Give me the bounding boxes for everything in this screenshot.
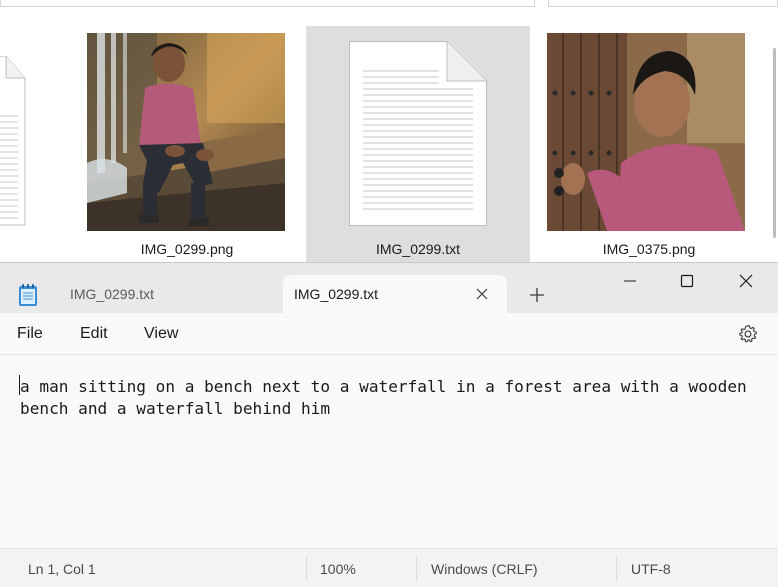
explorer-header-panel (0, 0, 535, 7)
menu-file[interactable]: File (17, 325, 43, 343)
status-divider (306, 557, 307, 581)
photo-thumbnail-man-at-door (547, 33, 745, 231)
file-name-label: IMG_0299.txt (375, 241, 461, 257)
plus-icon[interactable] (528, 286, 546, 304)
encoding[interactable]: UTF-8 (631, 561, 671, 577)
tab-img-0299-txt-inactive[interactable]: IMG_0299.txt (50, 275, 283, 313)
document-content[interactable]: a man sitting on a bench next to a water… (20, 376, 776, 420)
menu-view[interactable]: View (144, 325, 178, 343)
file-name-label: IMG_0299.png (140, 241, 234, 257)
file-item-partial[interactable] (0, 26, 30, 270)
title-bar[interactable]: IMG_0299.txt IMG_0299.txt (0, 263, 778, 313)
document-icon (349, 41, 487, 226)
tab-label: IMG_0299.txt (70, 286, 155, 302)
menu-edit[interactable]: Edit (80, 325, 108, 343)
menu-bar: File Edit View (0, 313, 778, 355)
tab-label: IMG_0299.txt (294, 286, 379, 302)
zoom-level[interactable]: 100% (320, 561, 356, 577)
notepad-icon (19, 284, 37, 306)
cursor-position: Ln 1, Col 1 (28, 561, 96, 577)
maximize-icon[interactable] (672, 271, 702, 291)
file-name-label: IMG_0375.png (602, 241, 696, 257)
document-icon (0, 56, 26, 226)
photo-thumbnail-man-on-bench (87, 33, 285, 231)
text-editor-area[interactable]: a man sitting on a bench next to a water… (0, 355, 778, 548)
minimize-icon[interactable] (615, 271, 645, 291)
tab-img-0299-txt-active[interactable]: IMG_0299.txt (283, 275, 507, 313)
line-ending[interactable]: Windows (CRLF) (431, 561, 538, 577)
notepad-window: IMG_0299.txt IMG_0299.txt File Edit View (0, 262, 778, 587)
explorer-header-panel-right (548, 0, 778, 7)
scrollbar-thumb[interactable] (773, 48, 776, 238)
status-divider (416, 557, 417, 581)
close-icon[interactable] (731, 271, 761, 291)
status-divider (616, 557, 617, 581)
file-item-img-0299-txt[interactable]: IMG_0299.txt (306, 26, 530, 270)
explorer-scrollbar[interactable] (772, 8, 778, 240)
file-item-img-0375-png[interactable]: IMG_0375.png (538, 26, 760, 270)
file-explorer-content: IMG_0299.png IMG_0299.txt IMG_0375.png (0, 0, 778, 270)
close-icon[interactable] (475, 287, 489, 301)
status-bar: Ln 1, Col 1 100% Windows (CRLF) UTF-8 (0, 548, 778, 587)
gear-icon[interactable] (737, 323, 759, 345)
file-item-img-0299-png[interactable]: IMG_0299.png (76, 26, 298, 270)
